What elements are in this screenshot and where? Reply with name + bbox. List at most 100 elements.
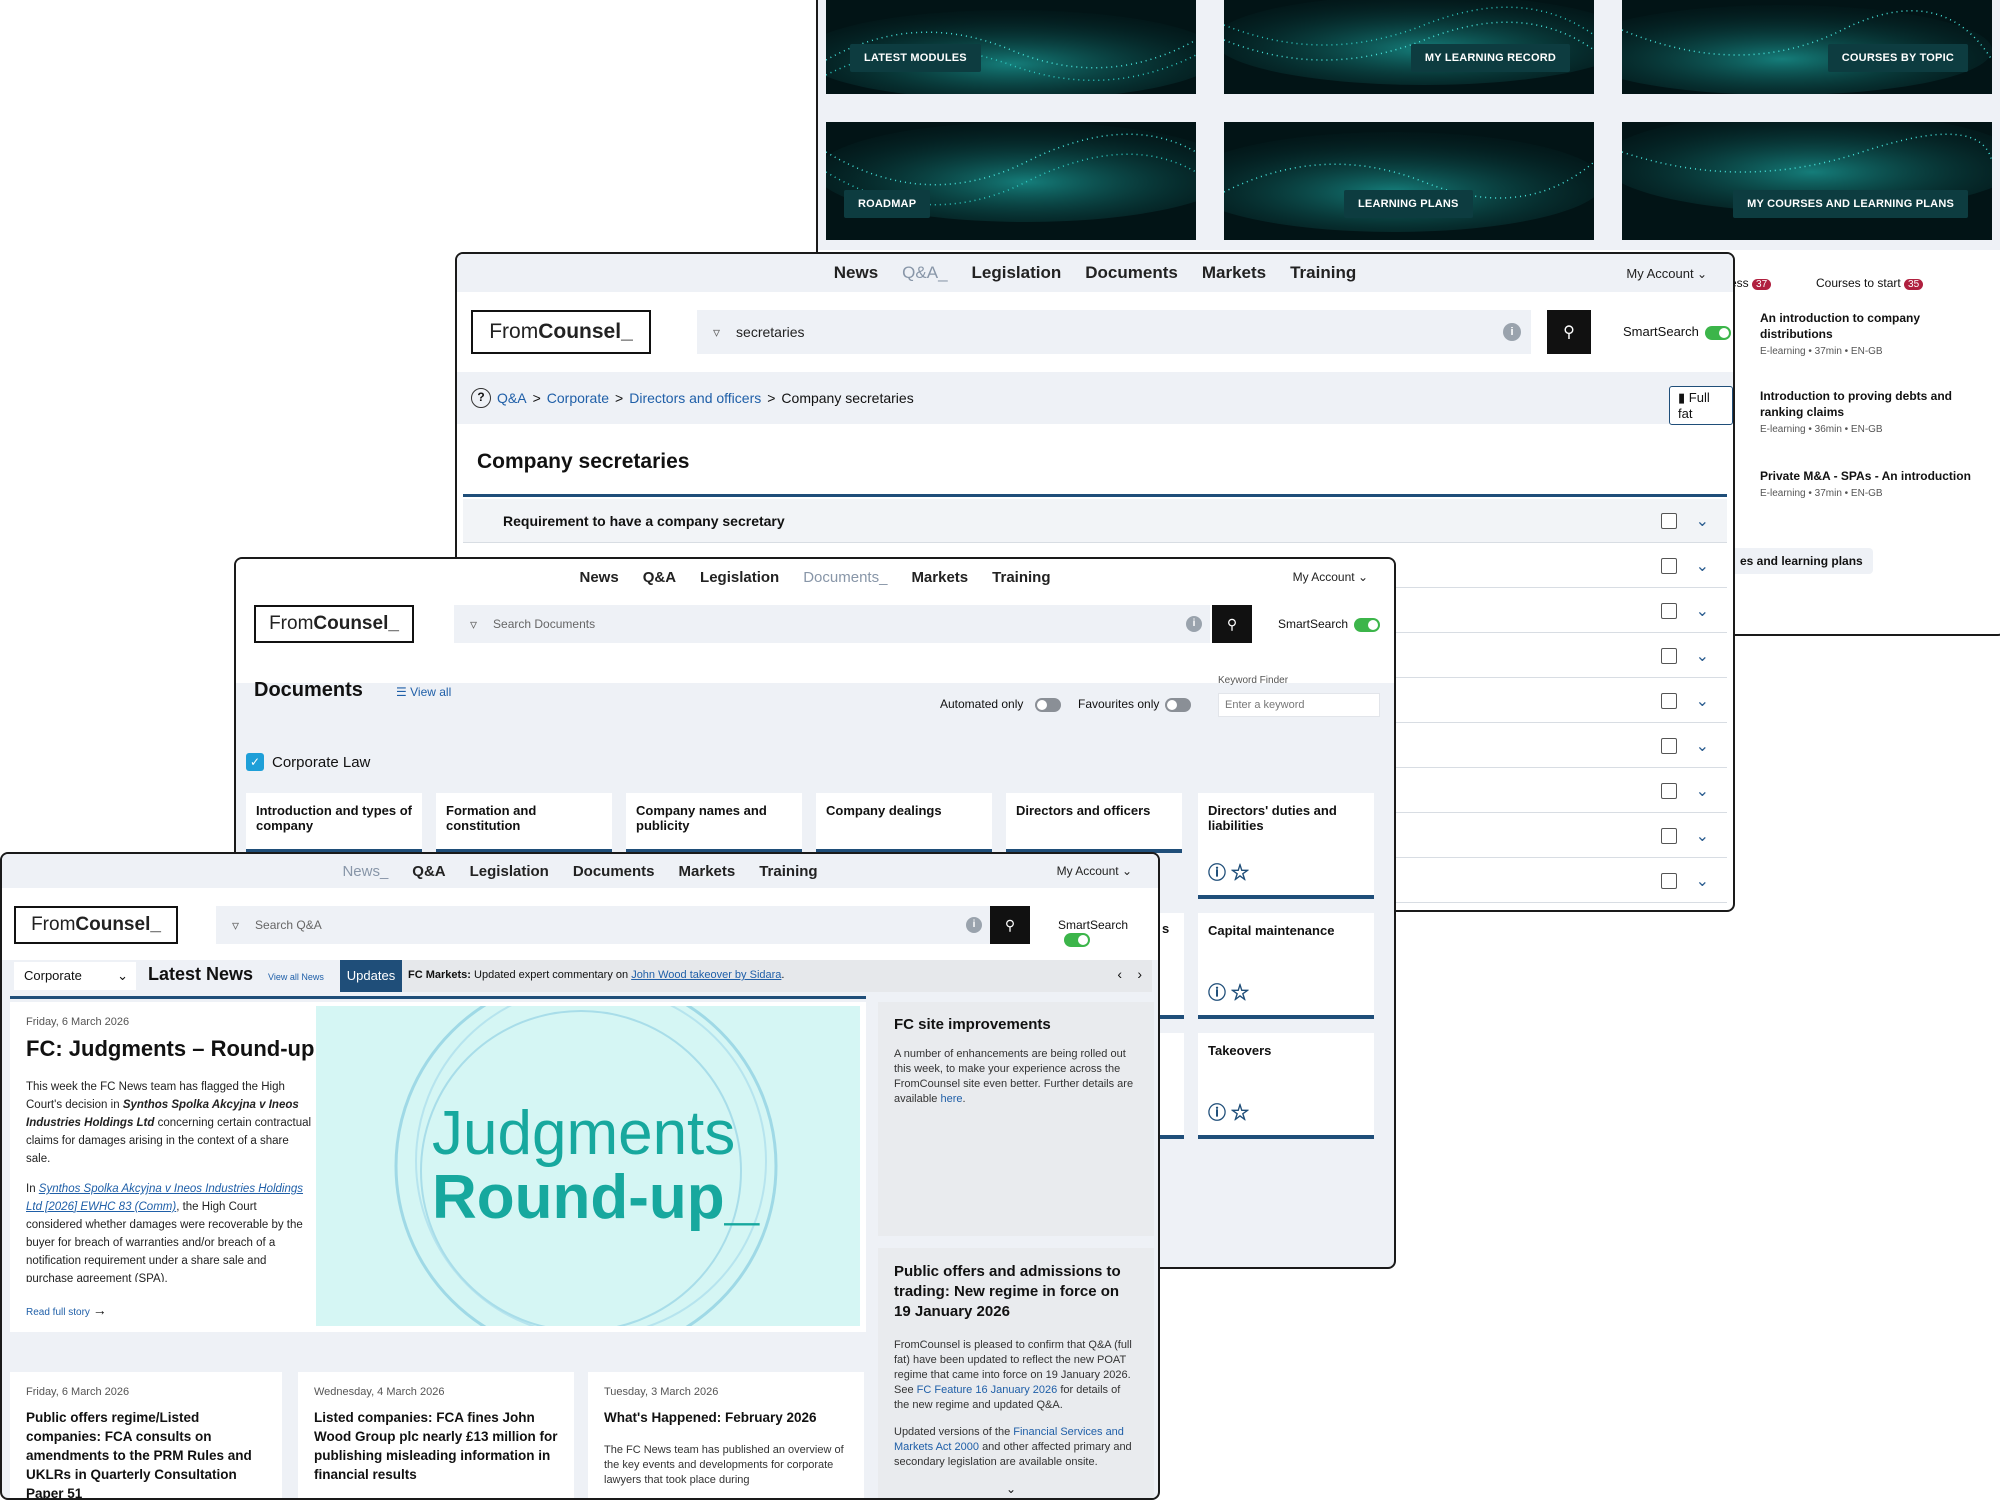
nav-qa[interactable]: Q&A_ xyxy=(902,263,947,283)
case-link[interactable]: Synthos Spolka Akcyjna v Ineos Industrie… xyxy=(26,1183,303,1213)
nav-legislation[interactable]: Legislation xyxy=(470,863,549,880)
automated-only-toggle[interactable]: Automated only xyxy=(940,697,1062,712)
chevron-down-icon[interactable]: ⌄ xyxy=(1696,691,1709,711)
nav-training[interactable]: Training xyxy=(992,569,1050,586)
row-checkbox[interactable] xyxy=(1661,512,1677,529)
row-checkbox[interactable] xyxy=(1661,557,1677,574)
view-all-news-link[interactable]: View all News xyxy=(268,972,324,982)
qa-row[interactable]: Requirement to have a company secretary ⌄ xyxy=(463,499,1727,543)
row-checkbox[interactable] xyxy=(1661,872,1677,889)
site-improvements-card[interactable]: FC site improvements A number of enhance… xyxy=(878,1002,1154,1236)
breadcrumb-corporate[interactable]: Corporate xyxy=(547,390,609,406)
nav-markets[interactable]: Markets xyxy=(1202,263,1266,283)
nav-markets[interactable]: Markets xyxy=(679,863,736,880)
doc-card[interactable]: Capital maintenance ⓘ ☆ xyxy=(1198,913,1374,1019)
chevron-down-icon[interactable]: ⌄ xyxy=(1006,1482,1016,1496)
toggle-switch[interactable] xyxy=(1035,697,1062,712)
tile-latest-modules[interactable]: LATEST MODULES xyxy=(826,0,1196,94)
nav-legislation[interactable]: Legislation xyxy=(972,263,1062,283)
fromcounsel-logo[interactable]: From Counsel_ xyxy=(254,605,414,643)
news-card[interactable]: Friday, 6 March 2026 Public offers regim… xyxy=(10,1372,282,1498)
category-corporate-law[interactable]: ✓ Corporate Law xyxy=(246,753,370,771)
search-button[interactable]: ⚲ xyxy=(1212,605,1252,643)
section-dropdown[interactable]: Corporate ⌄ xyxy=(14,962,136,990)
course-item[interactable]: An introduction to company distributions… xyxy=(1760,310,1984,357)
news-card[interactable]: Wednesday, 4 March 2026 Listed companies… xyxy=(298,1372,574,1498)
news-card[interactable]: Tuesday, 3 March 2026 What's Happened: F… xyxy=(588,1372,864,1498)
chevron-down-icon[interactable]: ⌄ xyxy=(1696,511,1709,531)
read-full-story-link[interactable]: Read full story → xyxy=(26,1302,107,1318)
view-all-link[interactable]: ☰ View all xyxy=(396,685,451,699)
search-input[interactable]: Search Q&A xyxy=(255,918,322,932)
filter-icon[interactable]: ▿ xyxy=(470,616,477,633)
info-circle-icon[interactable]: ⓘ xyxy=(1208,1103,1226,1123)
nav-legislation[interactable]: Legislation xyxy=(700,569,779,586)
search-button[interactable]: ⚲ xyxy=(1547,310,1591,354)
row-checkbox[interactable] xyxy=(1661,647,1677,664)
tab-in-progress[interactable]: ess 37 xyxy=(1730,276,1772,290)
chevron-down-icon[interactable]: ⌄ xyxy=(1696,781,1709,801)
hero-story[interactable]: Friday, 6 March 2026 FC: Judgments – Rou… xyxy=(10,1002,866,1332)
toggle-switch[interactable] xyxy=(1064,932,1090,947)
doc-card[interactable]: Takeovers ⓘ ☆ xyxy=(1198,1033,1374,1139)
info-icon[interactable]: i xyxy=(1503,323,1521,341)
star-icon[interactable]: ☆ xyxy=(1231,863,1249,883)
info-circle-icon[interactable]: ⓘ xyxy=(1208,983,1226,1003)
toggle-switch[interactable] xyxy=(1165,697,1192,712)
chevron-down-icon[interactable]: ⌄ xyxy=(1696,736,1709,756)
full-fat-button[interactable]: ▮ Full fat xyxy=(1669,386,1733,425)
nav-training[interactable]: Training xyxy=(1290,263,1356,283)
course-item[interactable]: Private M&A - SPAs - An introduction E-l… xyxy=(1760,468,1984,499)
row-checkbox[interactable] xyxy=(1661,737,1677,754)
row-checkbox[interactable] xyxy=(1661,602,1677,619)
info-icon[interactable]: i xyxy=(1186,616,1202,632)
keyword-input[interactable]: Enter a keyword xyxy=(1218,693,1380,717)
doc-card[interactable]: Company names and publicity xyxy=(626,793,802,853)
chevron-left-icon[interactable]: ‹ xyxy=(1117,966,1122,982)
filter-icon[interactable]: ▿ xyxy=(232,917,239,934)
tile-my-courses-and-learning-plans[interactable]: MY COURSES AND LEARNING PLANS xyxy=(1622,122,1992,240)
card-title[interactable]: Public offers regime/Listed companies: F… xyxy=(26,1408,266,1498)
nav-documents[interactable]: Documents xyxy=(1085,263,1178,283)
row-checkbox[interactable] xyxy=(1661,827,1677,844)
nav-news[interactable]: News_ xyxy=(342,863,388,880)
tab-courses-to-start[interactable]: Courses to start 35 xyxy=(1816,276,1924,290)
doc-card-partial[interactable]: s xyxy=(1160,913,1184,1019)
tile-my-learning-record[interactable]: MY LEARNING RECORD xyxy=(1224,0,1594,94)
breadcrumb-qa[interactable]: Q&A xyxy=(497,390,527,406)
nav-news[interactable]: News xyxy=(834,263,878,283)
info-circle-icon[interactable]: ⓘ xyxy=(1208,863,1226,883)
search-input[interactable]: Search Documents xyxy=(493,617,595,631)
my-account-menu[interactable]: My Account xyxy=(1626,266,1707,281)
star-icon[interactable]: ☆ xyxy=(1231,1103,1249,1123)
nav-qa[interactable]: Q&A xyxy=(643,569,676,586)
fromcounsel-logo[interactable]: From Counsel_ xyxy=(471,310,651,354)
nav-markets[interactable]: Markets xyxy=(911,569,968,586)
smartsearch-toggle[interactable]: SmartSearch xyxy=(1278,617,1381,632)
tile-roadmap[interactable]: ROADMAP xyxy=(826,122,1196,240)
toggle-switch[interactable] xyxy=(1704,325,1731,340)
nav-documents[interactable]: Documents xyxy=(573,863,655,880)
tile-courses-by-topic[interactable]: COURSES BY TOPIC xyxy=(1622,0,1992,94)
search-button[interactable]: ⚲ xyxy=(990,906,1030,944)
chevron-down-icon[interactable]: ⌄ xyxy=(1696,646,1709,666)
doc-card[interactable]: Directors' duties and liabilities ⓘ ☆ xyxy=(1198,793,1374,899)
star-icon[interactable]: ☆ xyxy=(1231,983,1249,1003)
info-icon[interactable]: i xyxy=(966,917,982,933)
nav-qa[interactable]: Q&A xyxy=(412,863,445,880)
card-title[interactable]: What's Happened: February 2026 xyxy=(604,1408,848,1427)
row-checkbox[interactable] xyxy=(1661,692,1677,709)
card-title[interactable]: Listed companies: FCA fines John Wood Gr… xyxy=(314,1408,558,1484)
chevron-down-icon[interactable]: ⌄ xyxy=(1696,826,1709,846)
breadcrumb-directors[interactable]: Directors and officers xyxy=(629,390,761,406)
toggle-switch[interactable] xyxy=(1354,617,1381,632)
chevron-down-icon[interactable]: ⌄ xyxy=(1696,556,1709,576)
story-title[interactable]: FC: Judgments – Round-up xyxy=(26,1036,316,1062)
favourites-only-toggle[interactable]: Favourites only xyxy=(1078,697,1192,712)
nav-documents[interactable]: Documents_ xyxy=(803,569,887,586)
my-account-menu[interactable]: My Account xyxy=(1293,570,1368,584)
here-link[interactable]: here xyxy=(940,1093,962,1105)
tile-learning-plans[interactable]: LEARNING PLANS xyxy=(1224,122,1594,240)
chevron-down-icon[interactable]: ⌄ xyxy=(1696,601,1709,621)
doc-card[interactable]: Company dealings xyxy=(816,793,992,853)
